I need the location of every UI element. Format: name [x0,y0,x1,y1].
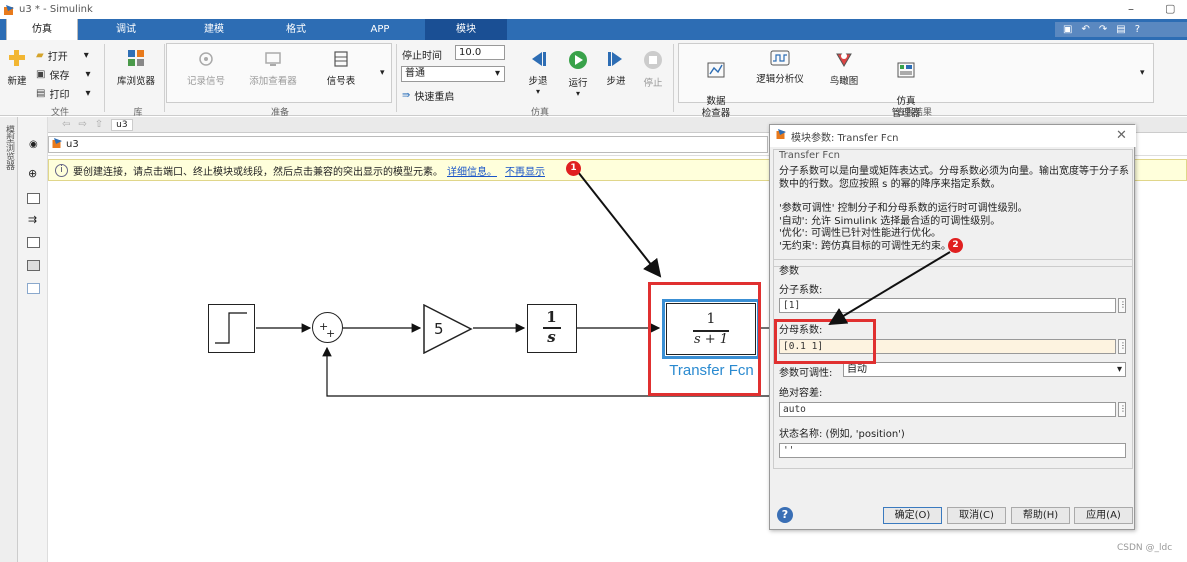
annotation-arrows [577,171,951,326]
annotation-badge-1: 1 [566,161,581,176]
annotation-badge-2: 2 [948,238,963,253]
watermark: CSDN @_ldc [1117,543,1173,553]
